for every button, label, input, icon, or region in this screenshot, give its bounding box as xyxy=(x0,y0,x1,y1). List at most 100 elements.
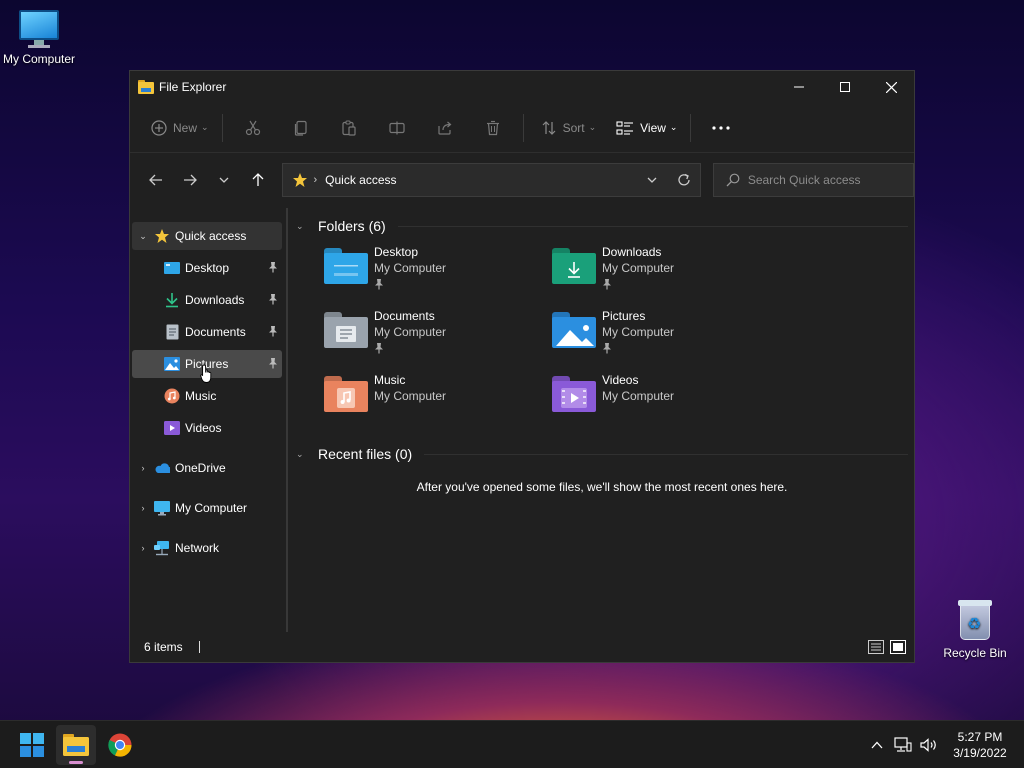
folder-tile-documents[interactable]: Documents My Computer xyxy=(324,308,552,372)
sidebar-item-onedrive[interactable]: › OneDrive xyxy=(132,454,282,482)
arrow-left-icon xyxy=(149,174,162,186)
picture-icon xyxy=(164,356,180,372)
sidebar-item-videos[interactable]: Videos xyxy=(132,414,282,442)
close-button[interactable] xyxy=(868,71,914,103)
recent-files-heading: Recent files (0) xyxy=(318,446,413,462)
large-icons-view-button[interactable] xyxy=(890,640,906,654)
recent-files-empty-message: After you've opened some files, we'll sh… xyxy=(416,480,788,494)
folder-name: Documents xyxy=(374,309,435,323)
monitor-icon xyxy=(17,10,61,48)
address-dropdown-button[interactable] xyxy=(636,177,668,183)
chevron-down-icon: ⌄ xyxy=(201,122,209,132)
folder-name: Desktop xyxy=(374,245,419,259)
chevron-down-icon xyxy=(219,177,229,183)
folder-name: Downloads xyxy=(602,245,662,259)
windows-logo-icon xyxy=(20,732,44,757)
collapse-chevron-icon: ⌄ xyxy=(296,448,304,459)
expand-chevron-icon[interactable]: › xyxy=(132,543,154,553)
breadcrumb-quick-access[interactable]: Quick access xyxy=(325,173,396,187)
folder-grid: Desktop My Computer Downloads My Compute… xyxy=(296,244,908,436)
title-bar[interactable]: File Explorer xyxy=(130,71,914,103)
item-count: 6 items xyxy=(144,640,183,654)
sidebar-item-quick-access[interactable]: ⌄ Quick access xyxy=(132,222,282,250)
folders-group-header[interactable]: ⌄ Folders (6) xyxy=(296,214,908,238)
forward-button[interactable] xyxy=(174,164,206,196)
group-divider xyxy=(424,453,908,455)
up-button[interactable] xyxy=(242,164,274,196)
share-button[interactable] xyxy=(421,112,469,144)
command-bar: New ⌄ Sort ⌄ View ⌄ xyxy=(130,103,914,153)
pin-icon xyxy=(268,261,278,273)
status-divider xyxy=(198,641,200,653)
new-button[interactable]: New ⌄ xyxy=(144,112,216,144)
sidebar-item-documents[interactable]: Documents xyxy=(132,318,282,346)
running-indicator xyxy=(69,760,83,764)
mouse-cursor-hand-icon xyxy=(200,364,212,383)
folder-location: My Computer xyxy=(602,261,675,275)
sidebar-item-downloads[interactable]: Downloads xyxy=(132,286,282,314)
folder-tile-downloads[interactable]: Downloads My Computer xyxy=(552,244,780,308)
delete-button[interactable] xyxy=(469,112,517,144)
clock[interactable]: 5:27 PM 3/19/2022 xyxy=(942,729,1018,761)
sort-button[interactable]: Sort ⌄ xyxy=(534,112,604,144)
copy-button[interactable] xyxy=(277,112,325,144)
taskbar-chrome[interactable] xyxy=(100,725,140,765)
document-icon xyxy=(164,324,180,340)
volume-button[interactable] xyxy=(916,737,942,752)
file-explorer-icon xyxy=(63,733,89,756)
sidebar-item-network[interactable]: › Network xyxy=(132,534,282,562)
folder-name: Music xyxy=(374,373,406,387)
expand-chevron-icon[interactable]: › xyxy=(132,463,154,473)
show-hidden-icons-button[interactable] xyxy=(864,741,890,749)
search-icon xyxy=(726,173,740,187)
chrome-icon xyxy=(108,733,132,757)
cut-button[interactable] xyxy=(229,112,277,144)
desktop-icon-my-computer[interactable]: My Computer xyxy=(0,10,81,66)
window-title: File Explorer xyxy=(159,80,227,94)
volume-icon xyxy=(920,737,936,752)
recent-locations-button[interactable] xyxy=(208,164,240,196)
collapse-chevron-icon[interactable]: ⌄ xyxy=(132,231,154,242)
view-button[interactable]: View ⌄ xyxy=(609,112,684,144)
chevron-down-icon: ⌄ xyxy=(588,122,597,132)
see-more-button[interactable] xyxy=(697,112,745,144)
back-button[interactable] xyxy=(140,164,172,196)
status-bar: 6 items xyxy=(130,632,914,662)
pin-icon xyxy=(268,357,278,369)
expand-chevron-icon[interactable]: › xyxy=(132,503,154,513)
maximize-button[interactable] xyxy=(822,71,868,103)
desktop-folder-icon xyxy=(324,248,368,284)
details-view-button[interactable] xyxy=(868,640,884,654)
sidebar-item-desktop[interactable]: Desktop xyxy=(132,254,282,282)
search-input[interactable] xyxy=(747,173,908,187)
refresh-button[interactable] xyxy=(668,173,700,187)
folder-tile-desktop[interactable]: Desktop My Computer xyxy=(324,244,552,308)
arrow-right-icon xyxy=(183,174,197,186)
start-button[interactable] xyxy=(12,725,52,765)
address-bar[interactable]: › Quick access xyxy=(281,163,701,197)
pictures-folder-icon xyxy=(552,312,596,348)
videos-folder-icon xyxy=(552,376,596,412)
network-icon xyxy=(894,736,912,752)
copy-icon xyxy=(294,120,307,136)
minimize-button[interactable] xyxy=(776,71,822,103)
folder-tile-pictures[interactable]: Pictures My Computer xyxy=(552,308,780,372)
desktop-icon-recycle-bin[interactable]: ♻ Recycle Bin xyxy=(933,598,1017,660)
rename-button[interactable] xyxy=(373,112,421,144)
paste-button[interactable] xyxy=(325,112,373,144)
network-status-button[interactable] xyxy=(890,736,916,753)
folder-tile-music[interactable]: Music My Computer xyxy=(324,372,552,436)
navigation-pane: ⌄ Quick access Desktop Downloads Documen… xyxy=(130,208,288,632)
recent-files-group-header[interactable]: ⌄ Recent files (0) xyxy=(296,442,908,466)
folder-location: My Computer xyxy=(602,325,675,339)
sidebar-item-pictures[interactable]: Pictures xyxy=(132,350,282,383)
folder-tile-videos[interactable]: Videos My Computer xyxy=(552,372,780,436)
chevron-down-icon xyxy=(647,177,657,183)
sidebar-item-my-computer[interactable]: › My Computer xyxy=(132,494,282,522)
sidebar-item-music[interactable]: Music xyxy=(132,382,282,410)
taskbar: 5:27 PM 3/19/2022 xyxy=(0,720,1024,768)
search-box[interactable] xyxy=(712,163,915,197)
taskbar-file-explorer[interactable] xyxy=(56,724,96,765)
file-explorer-window: File Explorer New ⌄ Sort ⌄ View ⌄ › Quic… xyxy=(129,70,915,663)
monitor-icon xyxy=(154,500,170,516)
